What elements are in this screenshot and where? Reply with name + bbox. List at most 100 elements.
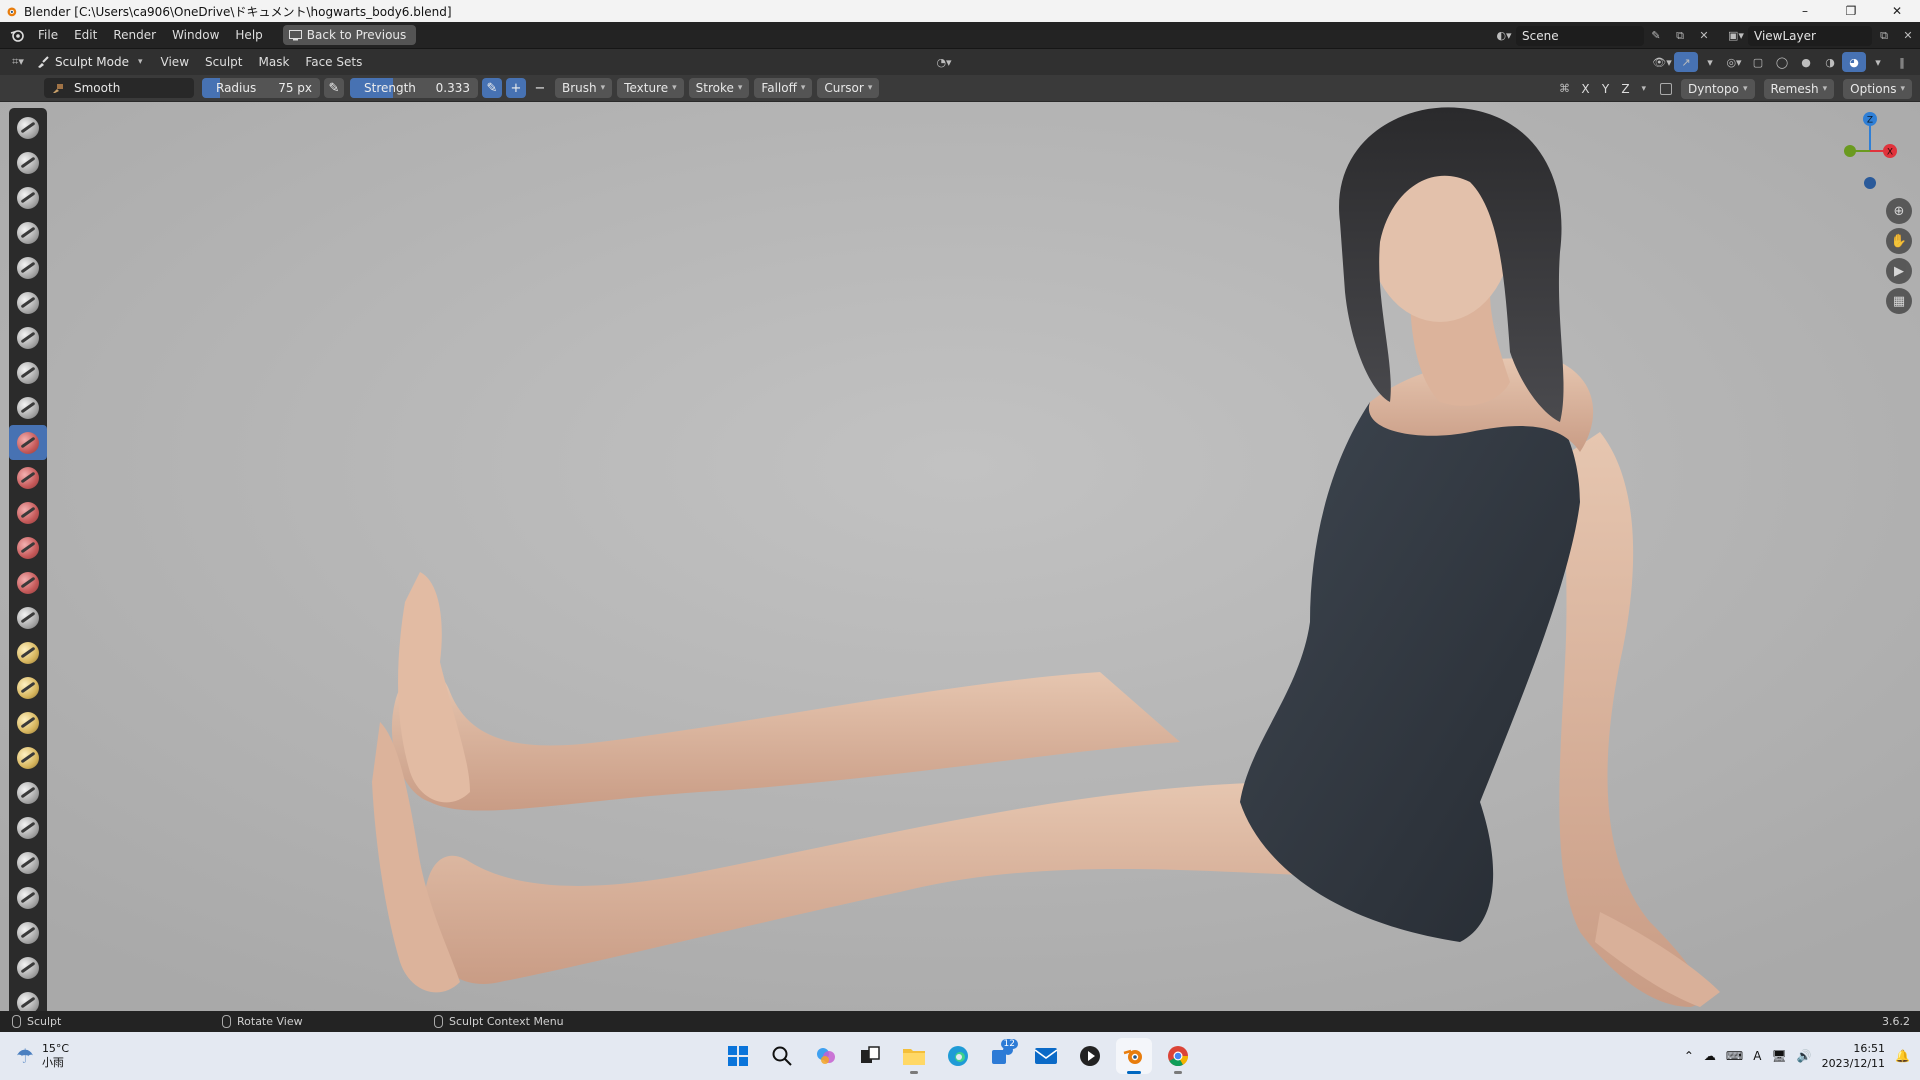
cursor-menu[interactable]: Cursor ▾ <box>817 78 880 98</box>
keyboard-icon[interactable]: ⌨ <box>1726 1049 1743 1063</box>
back-to-previous-button[interactable]: Back to Previous <box>282 25 417 45</box>
clock[interactable]: 16:51 2023/12/11 <box>1822 1041 1885 1071</box>
teams-icon[interactable]: 12 <box>984 1038 1020 1074</box>
volume-icon[interactable]: 🔊 <box>1797 1049 1812 1063</box>
copilot-icon[interactable] <box>808 1038 844 1074</box>
rendered-shading-icon[interactable]: ◕ <box>1842 52 1866 72</box>
gizmo-toggle-icon[interactable]: ↗ <box>1674 52 1698 72</box>
symmetry-x[interactable]: X <box>1577 82 1593 96</box>
maximize-button[interactable]: ❐ <box>1828 0 1874 22</box>
navigation-gizmo[interactable]: Z X <box>1828 102 1898 192</box>
radius-slider[interactable]: Radius 75 px <box>202 78 320 98</box>
pin-icon[interactable]: ✎ <box>1644 26 1668 46</box>
slide-relax-tool[interactable] <box>9 880 47 915</box>
close-button[interactable]: ✕ <box>1874 0 1920 22</box>
brush-menu[interactable]: Brush ▾ <box>555 78 613 98</box>
sidebar-toggle-icon[interactable]: ‖ <box>1890 52 1914 72</box>
pan-hand-icon[interactable]: ✋ <box>1886 228 1912 254</box>
menu-view[interactable]: View <box>153 52 197 72</box>
network-icon[interactable]: 🖥 <box>1771 1049 1786 1063</box>
direction-add-icon[interactable]: + <box>506 78 526 98</box>
ime-indicator[interactable]: A <box>1753 1049 1761 1063</box>
material-shading-icon[interactable]: ◑ <box>1818 52 1842 72</box>
grab-tool[interactable] <box>9 635 47 670</box>
search-icon[interactable] <box>764 1038 800 1074</box>
camera-icon[interactable]: ▶ <box>1886 258 1912 284</box>
notification-bell-icon[interactable]: 🔔 <box>1895 1049 1910 1063</box>
snake-hook-tool[interactable] <box>9 705 47 740</box>
delete-scene-icon[interactable]: ✕ <box>1692 26 1716 46</box>
direction-subtract-icon[interactable]: − <box>530 78 550 98</box>
edge-browser-icon[interactable] <box>940 1038 976 1074</box>
weather-widget[interactable]: ☂ 15°C 小雨 <box>16 1042 69 1070</box>
clay-strips-tool[interactable] <box>9 215 47 250</box>
transform-pivot-icon[interactable]: ◔▾ <box>932 52 956 72</box>
xray-icon[interactable]: ▢ <box>1746 52 1770 72</box>
3d-viewport[interactable]: Z X ⊕ ✋ ▶ ▦ <box>0 102 1920 1011</box>
menu-window[interactable]: Window <box>164 25 227 45</box>
strength-pressure-icon[interactable]: ✎ <box>482 78 502 98</box>
zoom-icon[interactable]: ⊕ <box>1886 198 1912 224</box>
menu-edit[interactable]: Edit <box>66 25 105 45</box>
viewlayer-field[interactable]: ViewLayer <box>1748 25 1872 46</box>
blob-tool[interactable] <box>9 355 47 390</box>
rotate-tool[interactable] <box>9 845 47 880</box>
symmetry-icon[interactable]: ⌘ <box>1555 79 1573 99</box>
mode-dropdown[interactable]: Sculpt Mode ▾ <box>30 52 149 72</box>
multiplane-scrape-tool[interactable] <box>9 565 47 600</box>
gizmo-neg-z-axis[interactable] <box>1864 177 1876 189</box>
chrome-icon[interactable] <box>1160 1038 1196 1074</box>
overlay-icon[interactable]: ◎▾ <box>1722 52 1746 72</box>
blender-menu-icon[interactable] <box>4 25 30 45</box>
menu-sculpt[interactable]: Sculpt <box>197 52 250 72</box>
chevron-up-icon[interactable]: ⌃ <box>1684 1049 1694 1063</box>
menu-mask[interactable]: Mask <box>251 52 298 72</box>
smooth-tool[interactable] <box>9 425 47 460</box>
draw-tool[interactable] <box>9 110 47 145</box>
minimize-button[interactable]: – <box>1782 0 1828 22</box>
task-view-icon[interactable] <box>852 1038 888 1074</box>
simplify-tool[interactable] <box>9 985 47 1011</box>
flatten-tool[interactable] <box>9 460 47 495</box>
cloth-tool[interactable] <box>9 950 47 985</box>
new-viewlayer-icon[interactable]: ⧉ <box>1872 26 1896 46</box>
scrape-tool[interactable] <box>9 530 47 565</box>
layer-tool[interactable] <box>9 285 47 320</box>
perspective-grid-icon[interactable]: ▦ <box>1886 288 1912 314</box>
scene-field[interactable]: Scene <box>1516 25 1644 46</box>
solid-shading-icon[interactable]: ● <box>1794 52 1818 72</box>
inflate-tool[interactable] <box>9 320 47 355</box>
viewlayer-browse-icon[interactable]: ▣▾ <box>1724 26 1748 46</box>
dyntopo-menu[interactable]: Dyntopo ▾ <box>1681 78 1755 99</box>
mail-icon[interactable] <box>1028 1038 1064 1074</box>
clay-tool[interactable] <box>9 180 47 215</box>
delete-viewlayer-icon[interactable]: ✕ <box>1896 26 1920 46</box>
wireframe-shading-icon[interactable]: ◯ <box>1770 52 1794 72</box>
symmetry-dropdown-icon[interactable]: ▾ <box>1641 84 1646 94</box>
file-explorer-icon[interactable] <box>896 1038 932 1074</box>
onedrive-icon[interactable]: ☁ <box>1704 1049 1716 1063</box>
symmetry-z[interactable]: Z <box>1617 82 1633 96</box>
menu-file[interactable]: File <box>30 25 66 45</box>
pose-tool[interactable] <box>9 775 47 810</box>
thumb-tool[interactable] <box>9 740 47 775</box>
blender-taskbar-icon[interactable] <box>1116 1038 1152 1074</box>
draw-sharp-tool[interactable] <box>9 145 47 180</box>
new-scene-icon[interactable]: ⧉ <box>1668 26 1692 46</box>
falloff-menu[interactable]: Falloff ▾ <box>754 78 813 98</box>
radius-pressure-icon[interactable]: ✎ <box>324 78 344 98</box>
boundary-tool[interactable] <box>9 915 47 950</box>
scene-browse-icon[interactable]: ◐▾ <box>1492 26 1516 46</box>
strength-slider[interactable]: Strength 0.333 <box>350 78 478 98</box>
stroke-menu[interactable]: Stroke ▾ <box>688 78 750 98</box>
shading-dropdown-icon[interactable]: ▾ <box>1866 52 1890 72</box>
start-button[interactable] <box>720 1038 756 1074</box>
editor-type-icon[interactable]: ⌗▾ <box>6 52 30 72</box>
options-menu[interactable]: Options ▾ <box>1843 78 1912 99</box>
elastic-deform-tool[interactable] <box>9 670 47 705</box>
visibility-icon[interactable]: 👁▾ <box>1650 52 1674 72</box>
pinch-tool[interactable] <box>9 600 47 635</box>
gizmo-dropdown-icon[interactable]: ▾ <box>1698 52 1722 72</box>
nudge-tool[interactable] <box>9 810 47 845</box>
symmetry-y[interactable]: Y <box>1597 82 1613 96</box>
